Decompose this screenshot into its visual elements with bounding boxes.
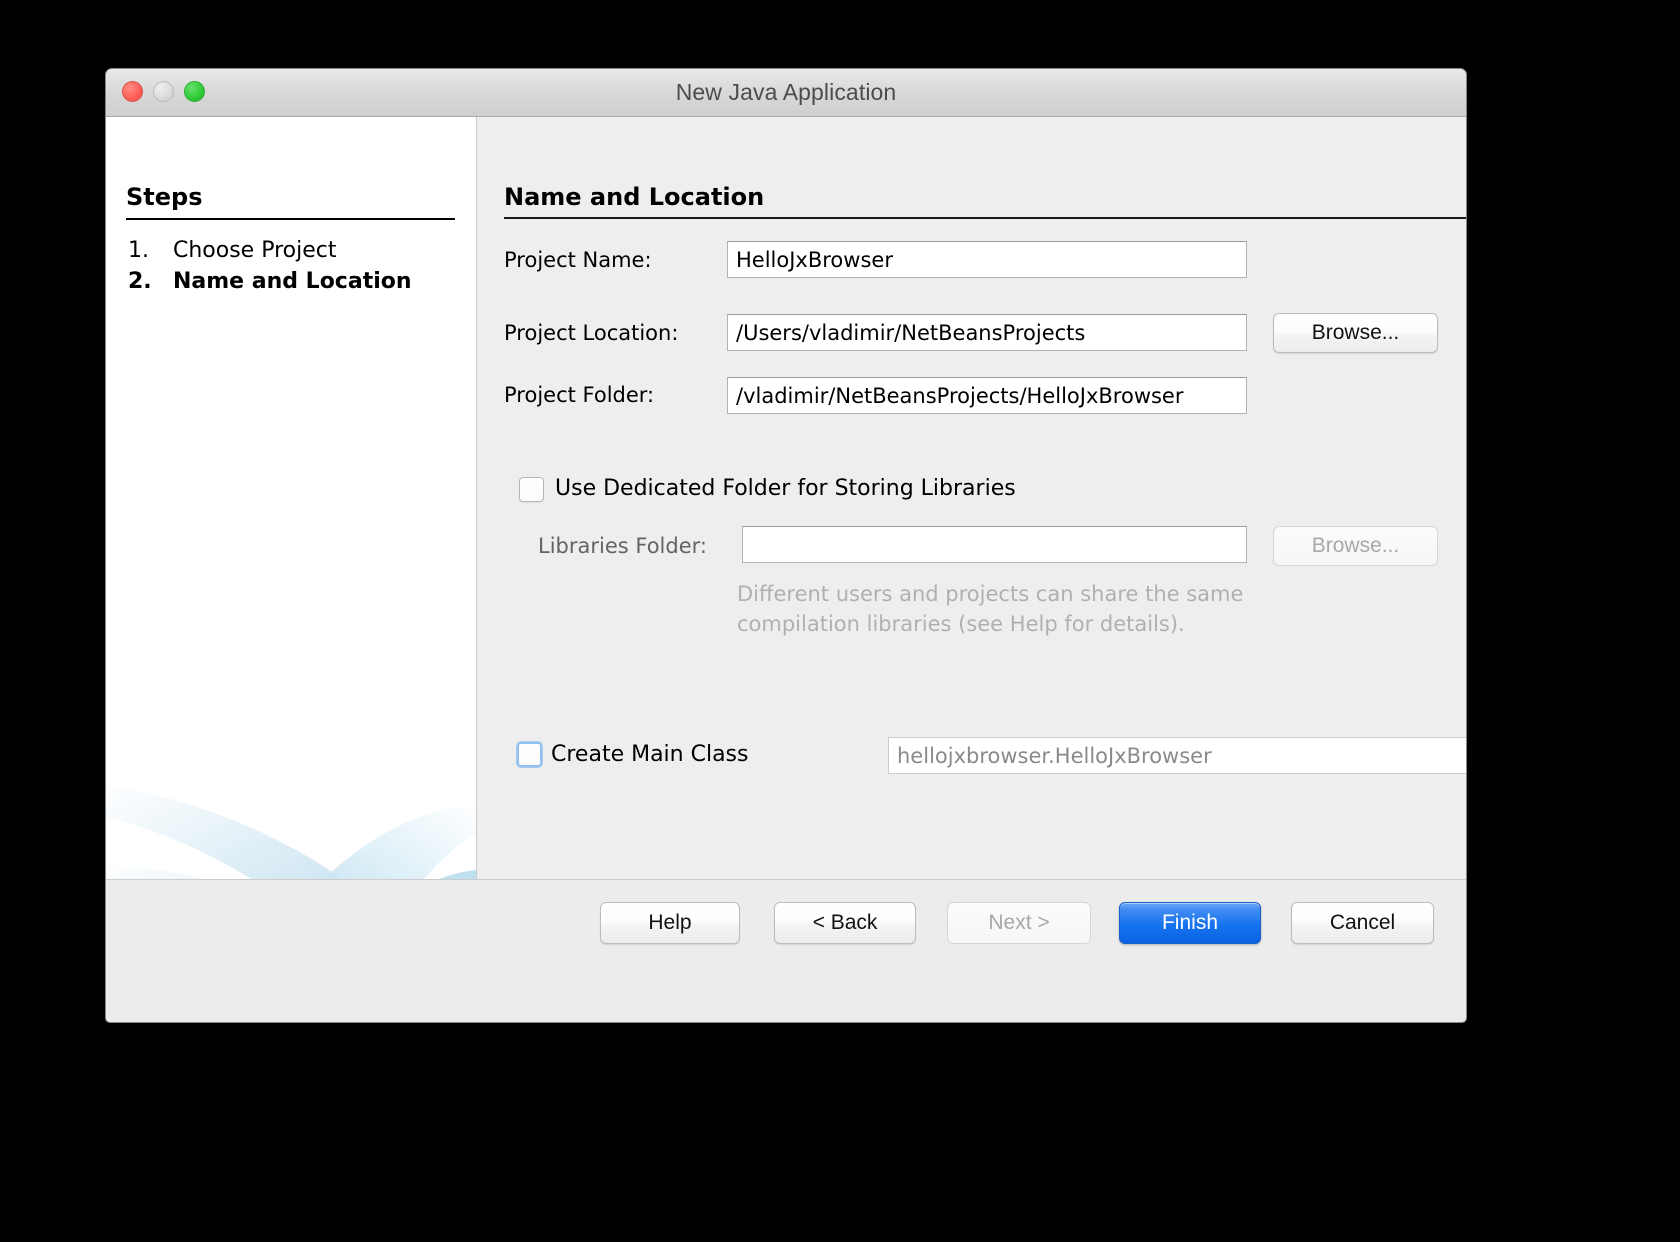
step-label: Name and Location <box>173 269 412 294</box>
help-button[interactable]: Help <box>600 902 740 944</box>
window-controls <box>122 81 205 102</box>
browse-libraries-folder-button[interactable]: Browse... <box>1273 526 1438 566</box>
back-button[interactable]: < Back <box>774 902 916 944</box>
use-dedicated-folder-label: Use Dedicated Folder for Storing Librari… <box>555 476 1016 501</box>
libraries-folder-input[interactable] <box>742 526 1247 563</box>
project-location-label: Project Location: <box>504 321 679 345</box>
libraries-folder-hint: Different users and projects can share t… <box>737 582 1244 636</box>
project-location-input[interactable]: /Users/vladimir/NetBeansProjects <box>727 314 1247 351</box>
steps-heading-rule <box>126 218 455 220</box>
step-label: Choose Project <box>173 238 337 263</box>
create-main-class-label: Create Main Class <box>551 742 749 767</box>
window-title: New Java Application <box>675 79 897 105</box>
cancel-button[interactable]: Cancel <box>1291 902 1434 944</box>
project-name-input[interactable]: HelloJxBrowser <box>727 241 1247 278</box>
page-title: Name and Location <box>504 183 765 211</box>
page-title-rule <box>504 217 1466 219</box>
step-number: 2. <box>128 269 152 294</box>
maximize-window-icon[interactable] <box>184 81 205 102</box>
project-name-label: Project Name: <box>504 248 652 272</box>
dialog-footer: Help < Back Next > Finish Cancel <box>106 879 1466 975</box>
screen-root: New Java Application Steps 1. Choose Pro… <box>0 0 1680 1242</box>
main-class-input[interactable]: hellojxbrowser.HelloJxBrowser <box>888 737 1466 774</box>
use-dedicated-folder-checkbox[interactable] <box>519 477 544 502</box>
project-folder-label: Project Folder: <box>504 383 655 407</box>
libraries-folder-label: Libraries Folder: <box>538 534 707 558</box>
finish-button[interactable]: Finish <box>1119 902 1261 944</box>
create-main-class-checkbox[interactable] <box>517 742 542 767</box>
step-item-2: 2. Name and Location <box>128 266 458 297</box>
form-panel: Name and Location Project Name: HelloJxB… <box>477 117 1466 955</box>
step-item-1: 1. Choose Project <box>128 235 458 266</box>
new-java-application-dialog: New Java Application Steps 1. Choose Pro… <box>105 68 1467 1023</box>
steps-list: 1. Choose Project 2. Name and Location <box>128 235 458 297</box>
browse-project-location-button[interactable]: Browse... <box>1273 313 1438 353</box>
next-button[interactable]: Next > <box>947 902 1091 944</box>
minimize-window-icon[interactable] <box>153 81 174 102</box>
step-number: 1. <box>128 238 149 263</box>
project-folder-input: /vladimir/NetBeansProjects/HelloJxBrowse… <box>727 377 1247 414</box>
dialog-body: Steps 1. Choose Project 2. Name and Loca… <box>106 117 1466 975</box>
close-window-icon[interactable] <box>122 81 143 102</box>
steps-heading: Steps <box>126 183 203 211</box>
steps-panel: Steps 1. Choose Project 2. Name and Loca… <box>106 117 477 955</box>
window-titlebar: New Java Application <box>106 69 1466 117</box>
